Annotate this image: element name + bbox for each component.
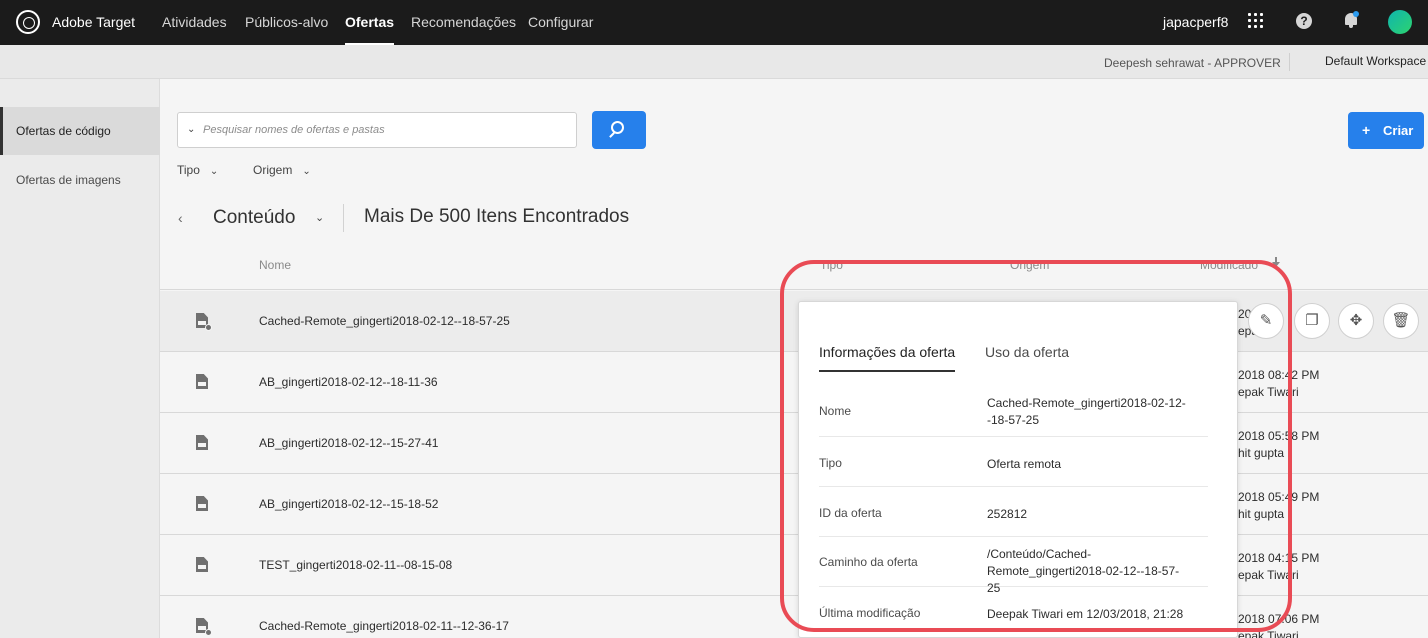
type-filter-label: Tipo (177, 163, 200, 177)
avatar[interactable] (1388, 10, 1412, 34)
chevron-down-icon: ⌄ (209, 166, 219, 177)
delete-icon: 🗑 (1391, 312, 1411, 329)
app-grid-icon[interactable] (1248, 13, 1264, 29)
adobe-target-logo-icon[interactable] (16, 10, 40, 34)
column-header-modified[interactable]: Modificado (1200, 258, 1258, 272)
origin-filter[interactable]: Origem ⌄ (253, 163, 311, 177)
chevron-down-icon[interactable]: ⌄ (187, 124, 195, 135)
info-row-path: Caminho da oferta /Conteúdo/Cached-Remot… (819, 537, 1208, 595)
table-header: Nome Tipo Origem Modificado (160, 252, 1428, 290)
modified-date: 2018 04:15 PM (1238, 551, 1320, 565)
move-button[interactable]: ✥ (1338, 303, 1374, 339)
info-row-name: Nome Cached-Remote_gingerti2018-02-12--1… (819, 387, 1208, 437)
info-label: Nome (819, 404, 852, 418)
user-name[interactable]: japacperf8 (1163, 14, 1228, 30)
notification-bell-icon[interactable] (1343, 11, 1359, 29)
offer-name[interactable]: Cached-Remote_gingerti2018-02-12--18-57-… (259, 314, 510, 328)
divider (1289, 53, 1290, 71)
modified-date: 2018 07:06 PM (1238, 612, 1320, 626)
info-label: Caminho da oferta (819, 555, 918, 569)
info-value: Deepak Tiwari em 12/03/2018, 21:28 (987, 607, 1184, 621)
offer-name[interactable]: AB_gingerti2018-02-12--15-18-52 (259, 497, 438, 511)
tab-offer-usage[interactable]: Uso da oferta (985, 344, 1069, 360)
nav-ofertas[interactable]: Ofertas (345, 14, 395, 45)
search-input[interactable]: ⌄ Pesquisar nomes de ofertas e pastas (177, 112, 577, 148)
nav-configurar[interactable]: Configurar (528, 14, 593, 30)
info-label: Tipo (819, 456, 842, 470)
offer-name[interactable]: TEST_gingerti2018-02-11--08-15-08 (259, 558, 452, 572)
info-row-type: Tipo Oferta remota (819, 437, 1208, 487)
sidebar-item-code-offers[interactable]: Ofertas de código (0, 107, 160, 155)
sub-header: Deepesh sehrawat - APPROVER Default Work… (0, 45, 1428, 79)
search-button[interactable] (592, 111, 646, 149)
search-placeholder: Pesquisar nomes de ofertas e pastas (203, 124, 385, 136)
nav-atividades[interactable]: Atividades (162, 14, 227, 30)
offer-info-popover: Informações da oferta Uso da oferta Nome… (798, 301, 1238, 638)
workspace-selector[interactable]: Default Workspace (1325, 54, 1426, 68)
column-header-name[interactable]: Nome (259, 258, 291, 272)
delete-button[interactable]: 🗑 (1383, 303, 1419, 339)
column-header-type[interactable]: Tipo (820, 258, 843, 272)
code-offer-icon (196, 435, 208, 450)
help-icon[interactable]: ? (1296, 13, 1312, 29)
column-header-origin[interactable]: Origem (1010, 258, 1049, 272)
create-button[interactable]: + Criar (1348, 112, 1424, 149)
modified-date: 2018 05:49 PM (1238, 490, 1320, 504)
modified-date: 2018 05:58 PM (1238, 429, 1320, 443)
info-value: 252812 (987, 507, 1028, 521)
code-offer-icon (196, 496, 208, 511)
modified-date: 2018 08:42 PM (1238, 368, 1320, 382)
code-offer-icon (196, 374, 208, 389)
info-label: ID da oferta (819, 506, 882, 520)
sort-down-icon[interactable] (1272, 257, 1280, 267)
info-label: Última modificação (819, 606, 921, 620)
offer-name[interactable]: AB_gingerti2018-02-12--18-11-36 (259, 375, 438, 389)
sidebar: Ofertas de código Ofertas de imagens (0, 79, 160, 638)
chevron-down-icon: ⌄ (302, 166, 311, 177)
approver-label: Deepesh sehrawat - APPROVER (1104, 56, 1281, 70)
create-label: Criar (1383, 123, 1414, 138)
code-offer-icon (196, 557, 208, 572)
info-row-modified: Última modificação Deepak Tiwari em 12/0… (819, 587, 1208, 637)
info-row-id: ID da oferta 252812 (819, 487, 1208, 537)
offer-name[interactable]: Cached-Remote_gingerti2018-02-11--12-36-… (259, 619, 509, 633)
sidebar-item-image-offers[interactable]: Ofertas de imagens (0, 156, 160, 204)
modified-by: hit gupta (1238, 446, 1285, 460)
top-nav: Adobe Target Atividades Públicos-alvo Of… (0, 0, 1428, 45)
copy-button[interactable]: ❐ (1294, 303, 1330, 339)
origin-filter-label: Origem (253, 163, 293, 177)
divider (343, 204, 344, 232)
modified-by: hit gupta (1238, 507, 1285, 521)
info-value: Oferta remota (987, 457, 1062, 471)
results-count: Mais De 500 Itens Encontrados (364, 206, 630, 227)
copy-icon: ❐ (1305, 312, 1319, 329)
app-title[interactable]: Adobe Target (52, 14, 135, 30)
tab-offer-info[interactable]: Informações da oferta (819, 344, 956, 372)
edit-button[interactable]: ✎ (1248, 303, 1284, 339)
chevron-left-icon[interactable]: ‹ (178, 210, 183, 226)
folder-breadcrumb[interactable]: Conteúdo (213, 207, 295, 229)
info-value: Cached-Remote_gingerti2018-02-12--18-57-… (987, 396, 1186, 427)
plus-icon: + (1362, 122, 1371, 138)
chevron-down-icon[interactable]: ⌄ (315, 211, 324, 224)
move-icon: ✥ (1349, 312, 1363, 329)
type-filter[interactable]: Tipo ⌄ (177, 163, 218, 177)
modified-by: epak Tiwari (1238, 568, 1299, 582)
nav-recomendacoes[interactable]: Recomendações (411, 14, 516, 30)
nav-publicos-alvo[interactable]: Públicos-alvo (245, 14, 328, 30)
modified-by: epak Tiwari (1238, 629, 1299, 638)
offer-name[interactable]: AB_gingerti2018-02-12--15-27-41 (259, 436, 438, 450)
edit-icon: ✎ (1259, 312, 1273, 329)
modified-by: epak Tiwari (1238, 385, 1299, 399)
